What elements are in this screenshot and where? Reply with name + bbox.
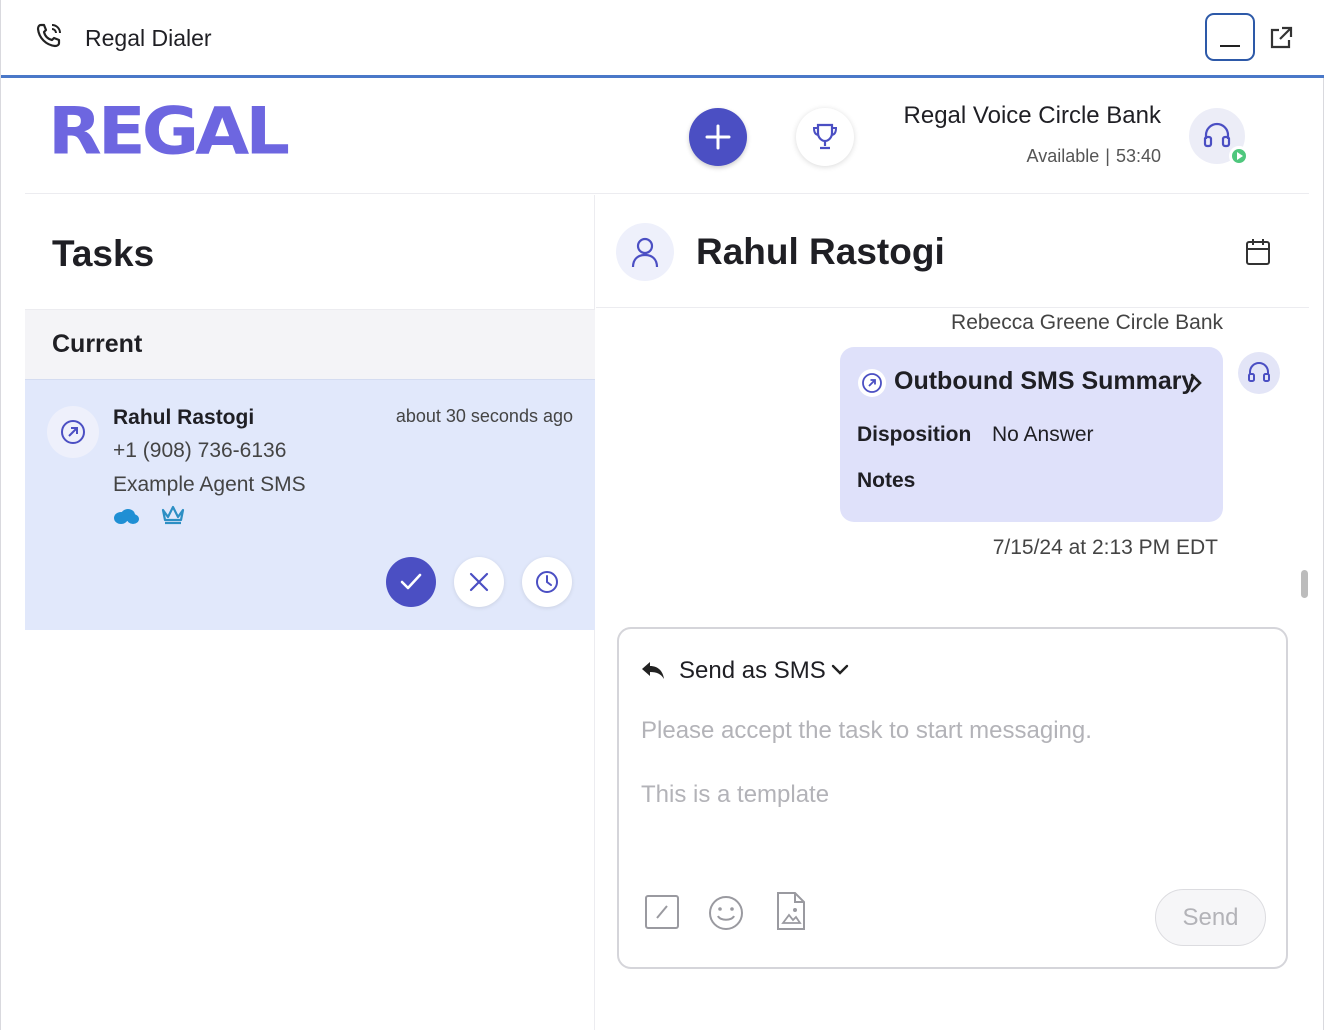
task-phone: +1 (908) 736-6136 [113,439,287,462]
headset-icon [1203,122,1231,148]
available-status-dot [1229,146,1249,166]
reject-task-button[interactable] [454,557,504,607]
plus-icon [705,124,731,150]
headset-icon [1248,361,1270,382]
summary-title: Outbound SMS Summary [894,367,1196,395]
snooze-task-button[interactable] [522,557,572,607]
message-composer: Send as SMS Please accept the task to st… [617,627,1288,969]
tasks-title: Tasks [52,233,155,274]
status-separator: | [1105,146,1110,166]
task-contact-name: Rahul Rastogi [113,406,255,429]
template-text: This is a template [641,781,830,808]
current-section-label: Current [52,330,143,358]
send-button[interactable]: Send [1155,889,1266,946]
organization-name: Regal Voice Circle Bank [903,102,1161,129]
salesforce-icon[interactable] [113,508,140,526]
chevron-right-icon[interactable] [1186,371,1206,395]
disposition-label: Disposition [857,423,972,446]
calendar-icon[interactable] [1244,237,1272,267]
reject-icon [469,572,489,592]
tasks-panel: Tasks Current Rahul Rastogi about 30 sec… [25,195,595,1030]
accept-task-button[interactable] [386,557,436,607]
contact-avatar[interactable] [616,223,674,281]
title-bar: Regal Dialer [1,0,1324,78]
dialer-window: Regal Dialer REGAL Regal Voice Circle Ba… [0,0,1324,1030]
send-mode-dropdown[interactable]: Send as SMS [679,657,826,685]
message-timestamp: 7/15/24 at 2:13 PM EDT [992,536,1218,559]
task-time: about 30 seconds ago [395,406,573,426]
slash-command-icon[interactable] [644,894,680,930]
task-card[interactable]: Rahul Rastogi about 30 seconds ago +1 (9… [25,379,595,630]
summary-type-badge [858,369,886,397]
add-button[interactable] [689,108,747,166]
accept-icon [400,573,422,590]
agent-avatar[interactable] [1189,108,1249,166]
leaderboard-button[interactable] [796,108,854,166]
popout-icon[interactable] [1267,24,1295,52]
message-input[interactable]: Please accept the task to start messagin… [641,717,1092,745]
sms-summary-card[interactable]: Outbound SMS Summary Disposition No Answ… [840,347,1223,522]
conversation-scrollbar[interactable] [1301,570,1308,598]
minimize-icon[interactable] [1205,13,1255,61]
app-header: REGAL Regal Voice Circle Bank Available |… [25,80,1309,194]
message-sender: Rebecca Greene Circle Bank [951,311,1223,334]
outbound-icon [61,420,85,444]
crown-icon [161,505,185,525]
conversation-panel: Rahul Rastogi Rebecca Greene Circle Bank… [596,195,1309,1030]
status-timer: 53:40 [1115,146,1161,166]
attachment-icon[interactable] [775,891,807,931]
reply-icon [642,662,664,679]
trophy-icon [812,123,838,150]
window-title: Regal Dialer [85,25,212,51]
disposition-value: No Answer [992,423,1094,446]
emoji-icon[interactable] [707,894,745,932]
outbound-icon [862,373,882,393]
snooze-icon [536,571,558,593]
regal-logo: REGAL [48,93,290,170]
contact-header: Rahul Rastogi [596,195,1309,308]
task-type-badge [47,406,99,458]
phone-icon [36,23,61,48]
agent-message-avatar [1238,352,1280,394]
current-section-header[interactable]: Current [25,309,595,379]
contact-name: Rahul Rastogi [696,231,945,272]
chevron-down-icon[interactable] [830,662,850,678]
task-campaign: Example Agent SMS [113,473,306,496]
status-text: Available [1026,146,1100,166]
notes-label: Notes [857,469,916,492]
user-icon [631,237,659,268]
agent-status[interactable]: Available | 53:40 [1027,146,1161,167]
